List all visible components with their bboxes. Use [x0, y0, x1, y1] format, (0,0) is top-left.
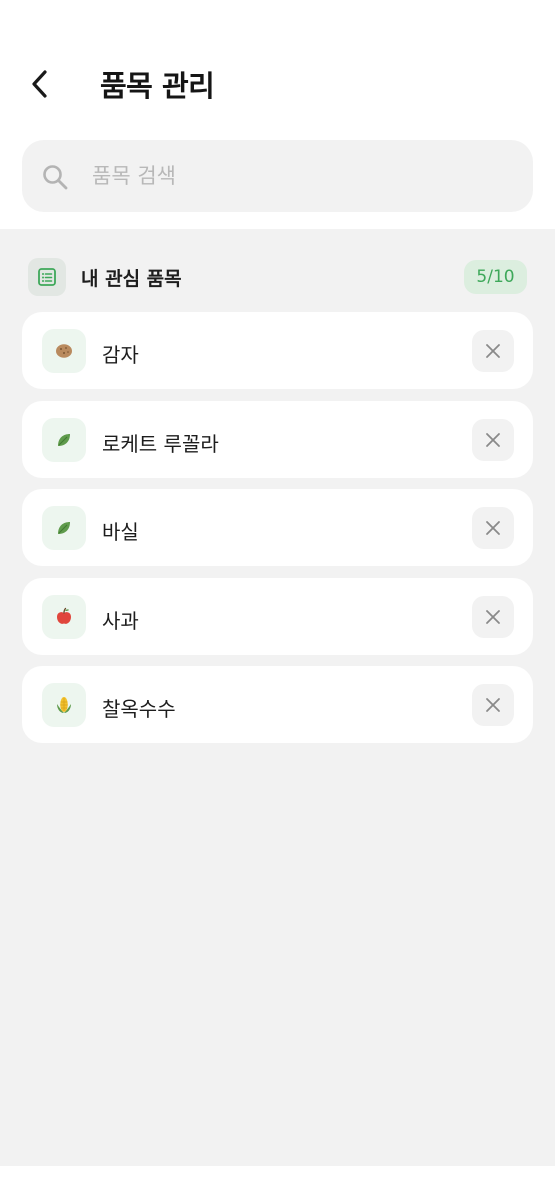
section-title: 내 관심 품목 [81, 268, 182, 290]
list-icon [28, 258, 66, 296]
leaf-icon [42, 417, 86, 462]
leaf-icon [42, 506, 86, 550]
item-label: 로케트 루꼴라 [102, 431, 219, 456]
page-title: 품목 관리 [100, 69, 215, 103]
close-icon [486, 521, 500, 535]
search-icon [43, 165, 68, 190]
close-icon [486, 344, 500, 358]
item-label: 찰옥수수 [102, 697, 176, 721]
chevron-left-icon [32, 70, 47, 98]
favorite-items-list: 감자 로케트 루꼴라 바실 사과 찰옥수수 [22, 312, 533, 755]
corn-icon [42, 683, 86, 727]
count-badge: 5/10 [464, 260, 527, 294]
content-area: 내 관심 품목 5/10 감자 로케트 루꼴라 바실 사과 찰옥수수 [0, 229, 555, 1166]
remove-button[interactable] [472, 507, 514, 549]
remove-button[interactable] [472, 330, 514, 372]
search-input[interactable] [92, 154, 512, 198]
remove-button[interactable] [472, 595, 514, 638]
search-box[interactable] [22, 140, 533, 212]
header: 품목 관리 [0, 0, 555, 212]
item-label: 사과 [102, 608, 139, 633]
potato-icon [42, 329, 86, 373]
bottom-safe-area [0, 1166, 555, 1200]
item-label: 감자 [102, 343, 139, 367]
remove-button[interactable] [472, 418, 514, 461]
close-icon [486, 432, 500, 447]
list-item[interactable]: 감자 [22, 312, 533, 389]
close-icon [486, 609, 500, 624]
list-item[interactable]: 사과 [22, 577, 533, 655]
list-item[interactable]: 바실 [22, 489, 533, 566]
favorites-section-header: 내 관심 품목 5/10 [0, 229, 555, 309]
close-icon [486, 698, 500, 712]
item-label: 바실 [102, 520, 139, 544]
back-button[interactable] [20, 62, 60, 106]
item-management-screen: 품목 관리 내 관심 품목 5/1 [0, 0, 555, 1200]
list-item[interactable]: 로케트 루꼴라 [22, 400, 533, 478]
apple-icon [42, 594, 86, 639]
list-item[interactable]: 찰옥수수 [22, 666, 533, 743]
remove-button[interactable] [472, 684, 514, 726]
